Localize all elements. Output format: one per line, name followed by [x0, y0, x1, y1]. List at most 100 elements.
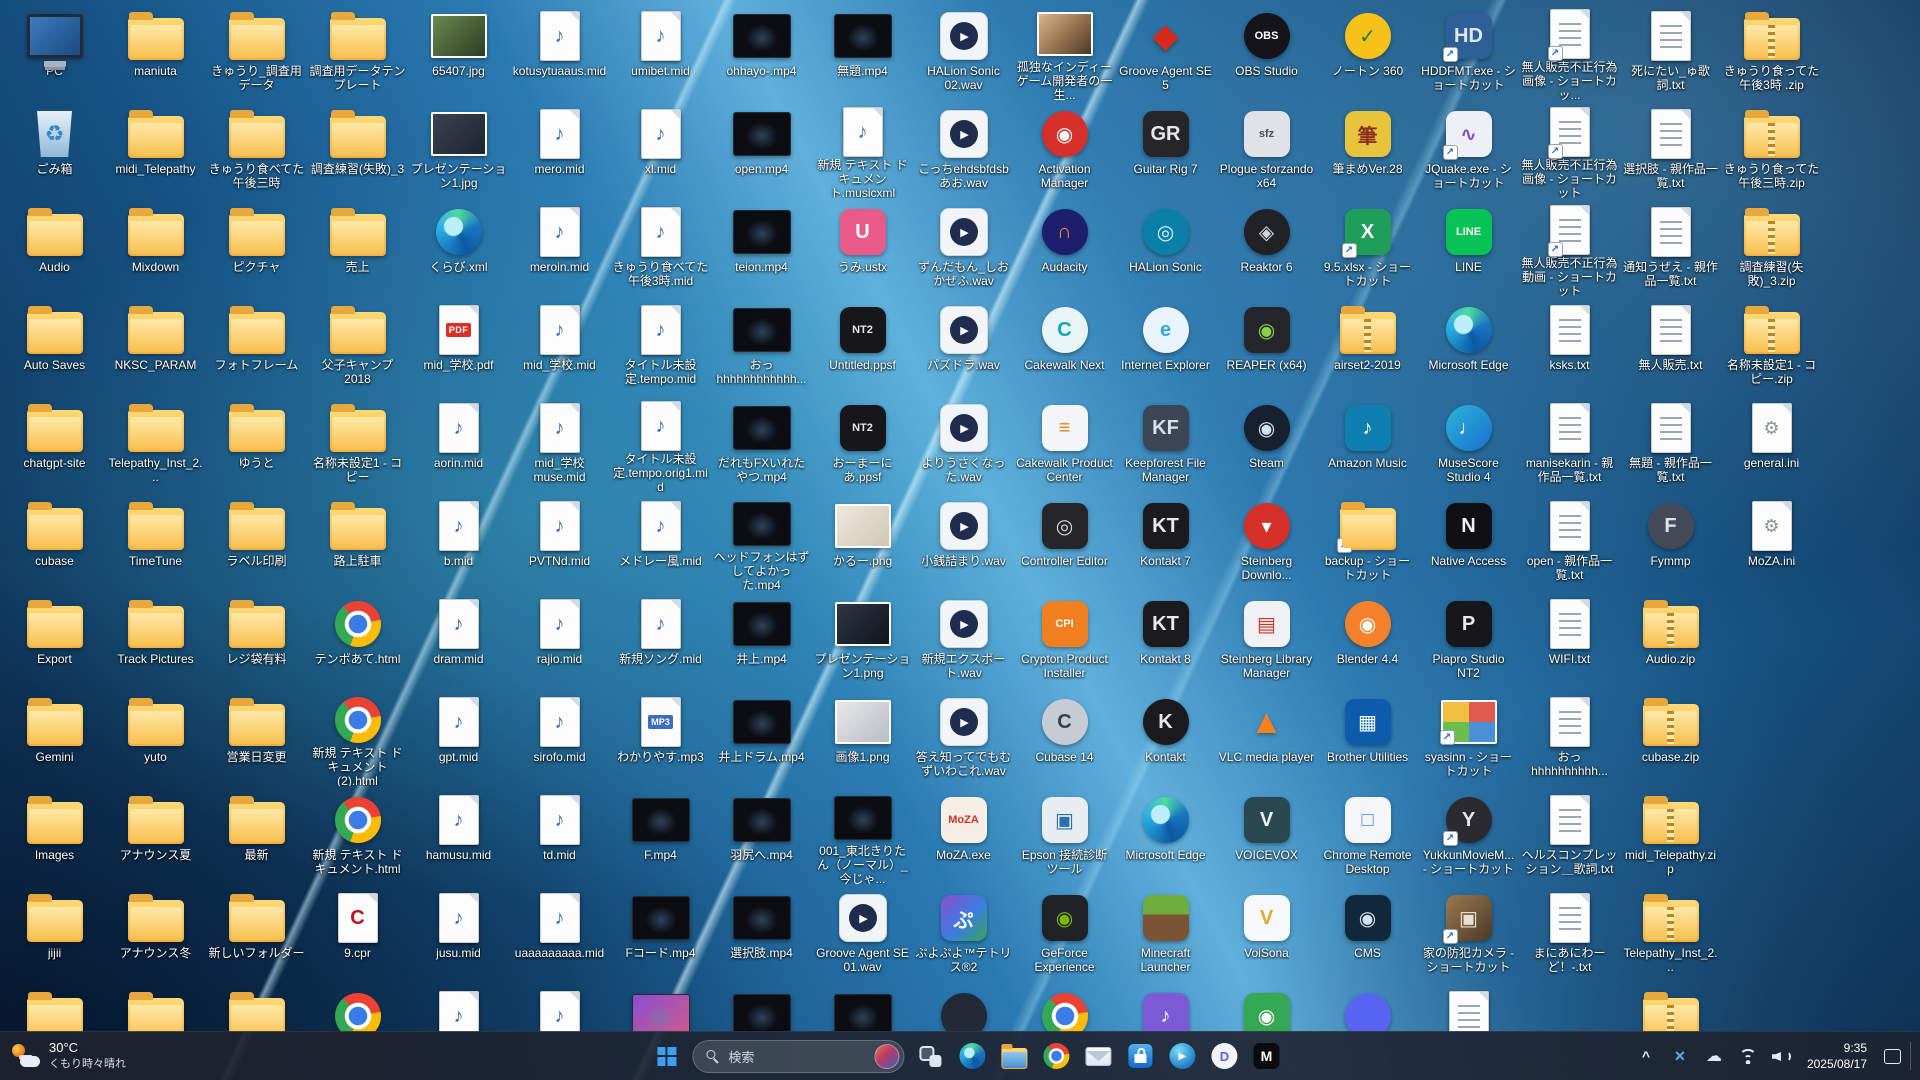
taskbar-mail-button[interactable] — [1077, 1035, 1119, 1077]
desktop-icon[interactable]: ◉ — [1216, 982, 1317, 1032]
desktop-icon[interactable] — [105, 982, 206, 1032]
desktop-icon[interactable]: mid_学校muse.mid — [509, 394, 610, 492]
desktop-icon[interactable]: Telepathy_Inst_2... — [105, 394, 206, 492]
desktop-icon[interactable]: OBSOBS Studio — [1216, 2, 1317, 100]
desktop-icon[interactable]: 調査練習(失敗)_3 — [307, 100, 408, 198]
desktop-icon[interactable]: gpt.mid — [408, 688, 509, 786]
desktop-icon[interactable]: MoZAMoZA.exe — [913, 786, 1014, 884]
desktop-icon[interactable]: 小銭詰まり.wav — [913, 492, 1014, 590]
desktop-icon[interactable]: KKontakt — [1115, 688, 1216, 786]
desktop-icon[interactable]: xl.mid — [610, 100, 711, 198]
desktop-icon[interactable]: 新しいフォルダー — [206, 884, 307, 982]
desktop-icon[interactable]: きゅうり食べてた午後3時.mid — [610, 198, 711, 296]
desktop-icon[interactable]: ▣↗家の防犯カメラ - ショートカット — [1418, 884, 1519, 982]
desktop-icon[interactable]: jijii — [4, 884, 105, 982]
desktop-icon[interactable]: きゅうり食ってた午後3時 .zip — [1721, 2, 1822, 100]
tray-onedrive-button[interactable] — [1698, 1036, 1730, 1076]
desktop-icon[interactable]: おっhhhhhhhhhhhh... — [711, 296, 812, 394]
desktop-icon[interactable]: b.mid — [408, 492, 509, 590]
desktop-icon[interactable]: ▤Steinberg Library Manager — [1216, 590, 1317, 688]
start-button[interactable] — [645, 1035, 687, 1077]
desktop-icon[interactable]: 路上駐車 — [307, 492, 408, 590]
desktop-icon[interactable]: Track Pictures — [105, 590, 206, 688]
desktop-icon[interactable]: 名称未設定1 - コピー — [307, 394, 408, 492]
desktop-icon[interactable] — [812, 982, 913, 1032]
desktop-icon[interactable]: umibet.mid — [610, 2, 711, 100]
desktop-icon[interactable]: ↗無人販売不正行為 画像 - ショートカット — [1519, 100, 1620, 198]
desktop-icon[interactable]: 新規ソング.mid — [610, 590, 711, 688]
desktop-icon[interactable]: タイトル未設定.tempo.mid — [610, 296, 711, 394]
desktop-icon[interactable]: アナウンス夏 — [105, 786, 206, 884]
desktop-icon[interactable]: ヘルスコンプレッション＿歌詞.txt — [1519, 786, 1620, 884]
desktop-icon[interactable]: 001_東北きりたん（ノーマル）_今じゃ... — [812, 786, 913, 884]
desktop-icon[interactable]: 名称未設定1 - コピー.zip — [1721, 296, 1822, 394]
desktop-icon[interactable]: 通知うぜえ - 親作品一覧.txt — [1620, 198, 1721, 296]
search-highlight-image[interactable] — [874, 1044, 899, 1069]
desktop-icon[interactable]: sfzPlogue sforzando x64 — [1216, 100, 1317, 198]
desktop-icon[interactable]: VVoiSona — [1216, 884, 1317, 982]
desktop-icon[interactable]: メドレー風.mid — [610, 492, 711, 590]
desktop-icon[interactable]: KTKontakt 8 — [1115, 590, 1216, 688]
taskbar-music-app-button[interactable] — [1245, 1035, 1287, 1077]
desktop-icon[interactable]: パズドラ.wav — [913, 296, 1014, 394]
desktop-icon[interactable]: 最新 — [206, 786, 307, 884]
desktop-icon[interactable]: Images — [4, 786, 105, 884]
desktop-icon[interactable]: ◉Activation Manager — [1014, 100, 1115, 198]
desktop-icon[interactable]: NKSC_PARAM — [105, 296, 206, 394]
desktop-icon[interactable]: ✓ノートン 360 — [1317, 2, 1418, 100]
desktop-icon[interactable]: 死にたい_ゅ歌詞.txt — [1620, 2, 1721, 100]
desktop-icon[interactable]: LINELINE — [1418, 198, 1519, 296]
desktop-icon[interactable]: よりうさくなった.wav — [913, 394, 1014, 492]
desktop-icon[interactable]: CCakewalk Next — [1014, 296, 1115, 394]
desktop-icon[interactable]: ▲VLC media player — [1216, 688, 1317, 786]
desktop-icon[interactable]: 父子キャンプ2018 — [307, 296, 408, 394]
desktop-icon[interactable]: ▣Epson 接続診断ツール — [1014, 786, 1115, 884]
tray-app-x-button[interactable] — [1664, 1036, 1696, 1076]
desktop-icon[interactable]: ∿↗JQuake.exe - ショートカット — [1418, 100, 1519, 198]
desktop-icon[interactable]: VVOICEVOX — [1216, 786, 1317, 884]
desktop-icon[interactable]: ↗無人販売不正行為 動画 - ショートカット — [1519, 198, 1620, 296]
desktop-icon[interactable]: maniuta — [105, 2, 206, 100]
desktop-icon[interactable]: ◎Controller Editor — [1014, 492, 1115, 590]
desktop-icon[interactable]: ◉Blender 4.4 — [1317, 590, 1418, 688]
desktop-icon[interactable]: TimeTune — [105, 492, 206, 590]
desktop-icon[interactable]: だれもFXいれたやつ.mp4 — [711, 394, 812, 492]
desktop-icon[interactable]: rajio.mid — [509, 590, 610, 688]
desktop-icon[interactable]: F.mp4 — [610, 786, 711, 884]
desktop-icon[interactable]: Mixdown — [105, 198, 206, 296]
desktop-icon[interactable]: open - 親作品一覧.txt — [1519, 492, 1620, 590]
desktop-icon[interactable]: ◎HALion Sonic — [1115, 198, 1216, 296]
desktop-icon[interactable]: くらび.xml — [408, 198, 509, 296]
desktop-icon[interactable]: ゆうと — [206, 394, 307, 492]
desktop-icon[interactable] — [206, 982, 307, 1032]
desktop-icon[interactable]: ◈Reaktor 6 — [1216, 198, 1317, 296]
desktop-icon[interactable] — [509, 982, 610, 1032]
desktop-icon[interactable]: hamusu.mid — [408, 786, 509, 884]
desktop-icon[interactable]: NT2Untitled.ppsf — [812, 296, 913, 394]
taskbar-microsoft-store-button[interactable] — [1119, 1035, 1161, 1077]
desktop-icon[interactable]: ohhayo-.mp4 — [711, 2, 812, 100]
desktop-icon[interactable]: chatgpt-site — [4, 394, 105, 492]
desktop-icon[interactable]: yuto — [105, 688, 206, 786]
desktop-icon[interactable]: td.mid — [509, 786, 610, 884]
desktop-icon[interactable]: ◉REAPER (x64) — [1216, 296, 1317, 394]
desktop-icon[interactable]: 井上ドラム.mp4 — [711, 688, 812, 786]
desktop-icon[interactable]: ↗backup - ショートカット — [1317, 492, 1418, 590]
desktop-icon[interactable]: テンポあて.html — [307, 590, 408, 688]
taskbar-chrome-button[interactable] — [1035, 1035, 1077, 1077]
desktop-icon[interactable]: Uうみ.ustx — [812, 198, 913, 296]
desktop-icon[interactable] — [1014, 982, 1115, 1032]
desktop-icon[interactable]: HALion Sonic 02.wav — [913, 2, 1014, 100]
desktop-icon[interactable]: Audio.zip — [1620, 590, 1721, 688]
desktop-icon[interactable]: Telepathy_Inst_2... — [1620, 884, 1721, 982]
desktop-icon[interactable]: 答え知ってでもむずいわこれ.wav — [913, 688, 1014, 786]
desktop-icon[interactable] — [610, 982, 711, 1032]
desktop-icon[interactable]: タイトル未設定.tempo.orig1.mid — [610, 394, 711, 492]
desktop-icon[interactable]: ▦Brother Utilities — [1317, 688, 1418, 786]
taskbar-discord-button[interactable] — [1203, 1035, 1245, 1077]
desktop-icon[interactable]: PPiapro Studio NT2 — [1418, 590, 1519, 688]
desktop-icon[interactable]: 筆筆まめVer.28 — [1317, 100, 1418, 198]
desktop-icon[interactable]: かるー.png — [812, 492, 913, 590]
desktop-icon[interactable] — [4, 982, 105, 1032]
desktop-icon[interactable]: teion.mp4 — [711, 198, 812, 296]
